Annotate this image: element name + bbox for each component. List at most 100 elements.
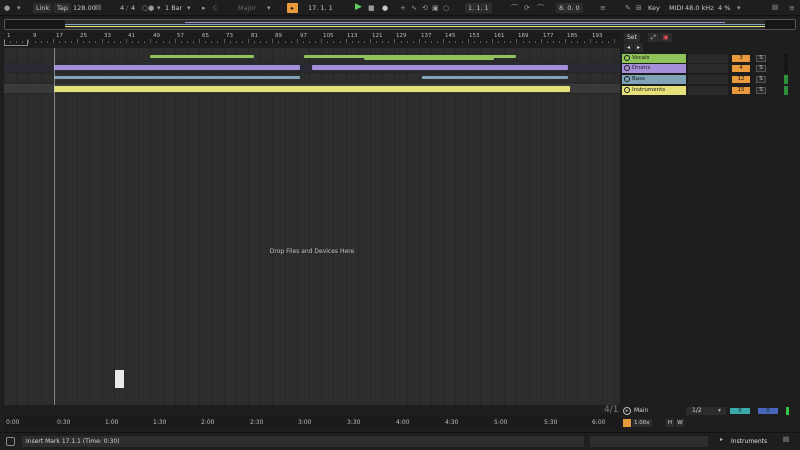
- track-lane-drums[interactable]: [4, 63, 620, 73]
- playhead[interactable]: [54, 48, 55, 405]
- grid-line: [77, 48, 78, 405]
- track-row-drums[interactable]: Drums 4 S: [622, 64, 798, 73]
- scale-select[interactable]: Major: [238, 3, 256, 13]
- follow-button[interactable]: ▸: [287, 3, 298, 13]
- track-io[interactable]: [688, 75, 728, 84]
- follow-toggle[interactable]: [623, 419, 631, 427]
- track-io[interactable]: [688, 86, 728, 95]
- chevron-down-icon[interactable]: ▾: [17, 3, 21, 13]
- clip[interactable]: [54, 65, 300, 70]
- bar-ruler[interactable]: 1 9 17 25 33 41 49 57 65 73 81 89 97 105…: [4, 33, 620, 43]
- clip[interactable]: [54, 86, 570, 92]
- arrangement-overview[interactable]: [4, 19, 796, 30]
- track-io[interactable]: [688, 64, 728, 73]
- overview-visible-region[interactable]: [65, 20, 765, 29]
- tempo-field[interactable]: 128.00: [73, 3, 96, 13]
- solo-button[interactable]: S: [756, 76, 766, 83]
- solo-button[interactable]: S: [756, 65, 766, 72]
- track-lane-instruments[interactable]: [4, 84, 620, 94]
- track-name-instruments[interactable]: Instruments: [622, 86, 686, 95]
- keyboard-icon[interactable]: ⊞: [636, 3, 642, 13]
- track-number[interactable]: 3: [732, 55, 750, 62]
- track-number[interactable]: 12: [732, 76, 750, 83]
- track-activator-icon[interactable]: [624, 76, 630, 82]
- play-icon[interactable]: ▶: [355, 2, 362, 12]
- clip[interactable]: [312, 65, 568, 70]
- quantize-select[interactable]: 1 Bar: [165, 3, 182, 13]
- track-number[interactable]: 4: [732, 65, 750, 72]
- chevron-down-icon[interactable]: ▾: [718, 407, 721, 414]
- stop-icon[interactable]: ■: [368, 3, 375, 13]
- record-arm-icon[interactable]: ▣: [660, 33, 672, 42]
- track-row-bass[interactable]: Bass 12 S: [622, 75, 798, 84]
- track-name-vocals[interactable]: Vocals: [622, 54, 686, 63]
- draw-mode-icon[interactable]: ≡: [600, 3, 606, 13]
- info-view-icon[interactable]: [6, 437, 15, 446]
- midi-map-button[interactable]: MIDI: [669, 3, 683, 13]
- metronome-icon[interactable]: ○●: [142, 3, 154, 13]
- pan-field[interactable]: 0: [758, 408, 778, 414]
- loop-length-field[interactable]: 8. 0. 0: [556, 3, 583, 13]
- width-button[interactable]: W: [676, 419, 684, 427]
- capture-icon[interactable]: ⟲: [422, 3, 428, 13]
- grid-line: [114, 48, 115, 405]
- arrow-right-icon[interactable]: ▸: [634, 43, 644, 52]
- height-button[interactable]: H: [666, 419, 674, 427]
- time-signature-numerator[interactable]: 4: [120, 3, 124, 13]
- pencil-icon[interactable]: ⤢: [648, 33, 659, 42]
- loop-brace[interactable]: [4, 40, 28, 46]
- track-activator-icon[interactable]: [624, 87, 630, 93]
- record-icon[interactable]: ●: [382, 3, 388, 13]
- menu-icon[interactable]: ●: [4, 3, 10, 13]
- solo-button[interactable]: S: [756, 55, 766, 62]
- track-name-bass[interactable]: Bass: [622, 75, 686, 84]
- add-icon[interactable]: +: [400, 3, 406, 13]
- track-lane-bass[interactable]: [4, 73, 620, 83]
- track-name-drums[interactable]: Drums: [622, 64, 686, 73]
- play-icon[interactable]: ▸: [720, 436, 723, 443]
- chevron-down-icon[interactable]: ▾: [157, 3, 161, 13]
- chevron-down-icon[interactable]: ▾: [187, 3, 191, 13]
- clip[interactable]: [150, 55, 254, 58]
- punch-in-icon[interactable]: ⌒: [511, 3, 518, 13]
- arrangement-view[interactable]: Drop Files and Devices Here: [4, 48, 620, 405]
- solo-button[interactable]: S: [756, 87, 766, 94]
- link-button[interactable]: Link: [33, 3, 53, 13]
- track-row-vocals[interactable]: Vocals 3 S: [622, 54, 798, 63]
- loop-section-icon[interactable]: ▣: [432, 3, 439, 13]
- punch-out-icon[interactable]: ⌒: [537, 3, 544, 13]
- key-map-button[interactable]: Key: [648, 3, 660, 13]
- main-track[interactable]: 4/1 ▸ Main 1/2 ▾ 0 0 1.00x H W: [604, 405, 800, 430]
- scale-mode-icon[interactable]: ▸: [202, 3, 206, 13]
- pencil-icon[interactable]: ✎: [625, 3, 631, 13]
- chevron-down-icon[interactable]: ▾: [267, 3, 271, 13]
- tempo-scale-field[interactable]: 1.00x: [632, 419, 652, 427]
- clip[interactable]: [422, 76, 568, 79]
- automation-icon[interactable]: ∿: [411, 3, 417, 13]
- menu-lines-icon[interactable]: ≡: [789, 3, 795, 13]
- arrow-left-icon[interactable]: ◂: [624, 43, 634, 52]
- time-ruler[interactable]: 0:00 0:30 1:00 1:30 2:00 2:30 3:00 3:30 …: [4, 415, 620, 429]
- volume-field[interactable]: 0: [730, 408, 750, 414]
- insert-marker[interactable]: [115, 370, 124, 388]
- key-select[interactable]: C: [213, 3, 218, 13]
- track-lane-vocals[interactable]: [4, 52, 620, 62]
- set-button[interactable]: Set: [624, 33, 640, 42]
- play-circle-icon[interactable]: ▸: [623, 407, 631, 415]
- ruler-tick: [59, 41, 60, 43]
- track-row-instruments[interactable]: Instruments 15 S: [622, 86, 798, 95]
- tap-button[interactable]: Tap: [54, 3, 72, 13]
- clip[interactable]: [364, 58, 494, 60]
- track-io[interactable]: [688, 54, 728, 63]
- chevron-down-icon[interactable]: ▾: [737, 3, 741, 13]
- nudge-icon[interactable]: ⦀⦀: [95, 3, 101, 13]
- track-activator-icon[interactable]: [624, 65, 630, 71]
- track-number[interactable]: 15: [732, 87, 750, 94]
- session-record-icon[interactable]: ○: [443, 3, 449, 13]
- track-activator-icon[interactable]: [624, 55, 630, 61]
- loop-icon[interactable]: ⟳: [524, 3, 530, 13]
- loop-start-field[interactable]: 1. 1. 1: [465, 3, 492, 13]
- clip[interactable]: [54, 76, 300, 79]
- time-signature-denominator[interactable]: 4: [131, 3, 135, 13]
- song-position[interactable]: 17. 1. 1: [308, 3, 333, 13]
